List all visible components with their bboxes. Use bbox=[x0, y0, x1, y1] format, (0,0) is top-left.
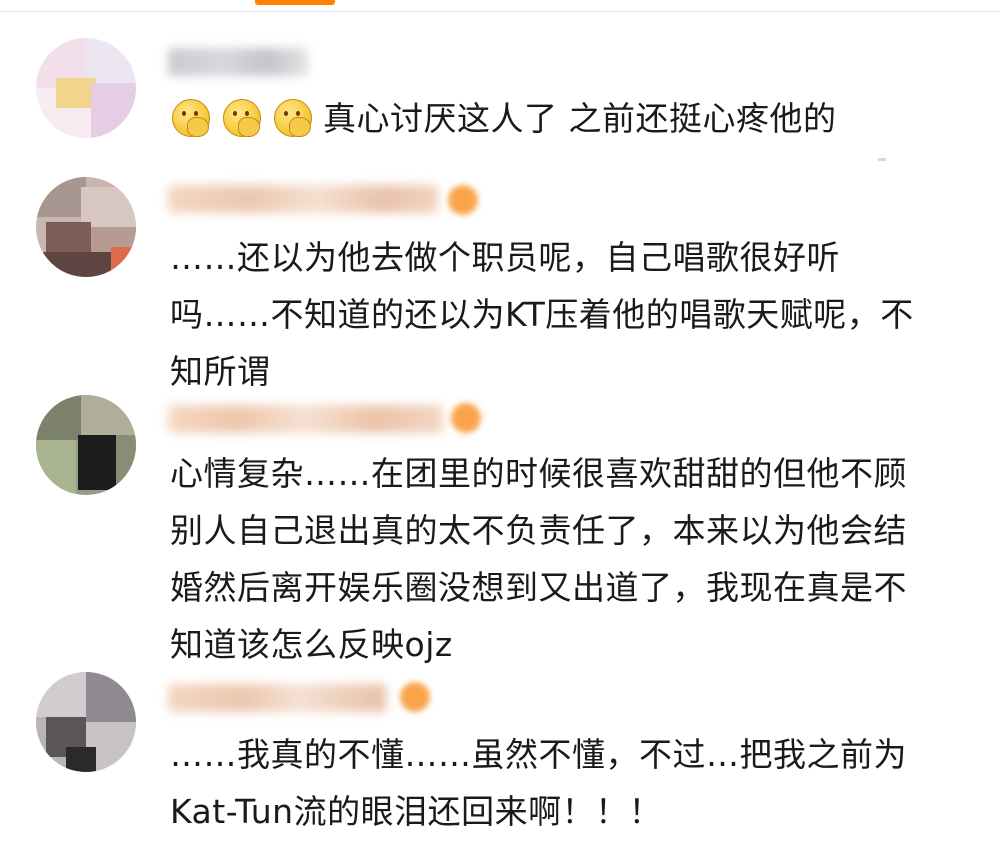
divider-mark bbox=[878, 158, 886, 161]
avatar[interactable] bbox=[36, 672, 136, 772]
comment-line: ……我真的不懂……虽然不懂，不过…把我之前为 bbox=[170, 735, 907, 774]
comment-line: 心情复杂……在团里的时候很喜欢甜甜的但他不顾 bbox=[170, 454, 907, 493]
username-blurred[interactable] bbox=[168, 48, 308, 76]
username-blurred[interactable] bbox=[168, 185, 438, 213]
comment-text: ……我真的不懂……虽然不懂，不过…把我之前为 Kat-Tun流的眼泪还回来啊！！… bbox=[170, 726, 972, 840]
comment-line: 婚然后离开娱乐圈没想到又出道了，我现在真是不 bbox=[170, 568, 907, 607]
avatar[interactable] bbox=[36, 177, 136, 277]
vip-badge-icon bbox=[400, 682, 430, 712]
vip-badge-icon bbox=[451, 403, 481, 433]
comment-line: 吗……不知道的还以为KT压着他的唱歌天赋呢，不 bbox=[170, 295, 914, 334]
comment-line: ……还以为他去做个职员呢，自己唱歌很好听 bbox=[170, 238, 840, 277]
comment-line: 别人自己退出真的太不负责任了，本来以为他会结 bbox=[170, 511, 907, 550]
thinking-face-icon bbox=[170, 97, 210, 137]
thinking-face-icon bbox=[272, 97, 312, 137]
avatar[interactable] bbox=[36, 395, 136, 495]
comment-line: 知所谓 bbox=[170, 352, 271, 391]
top-divider bbox=[0, 11, 1000, 12]
vip-badge-icon bbox=[448, 185, 478, 215]
active-tab-indicator bbox=[255, 0, 335, 5]
avatar[interactable] bbox=[36, 38, 136, 138]
thinking-face-icon bbox=[221, 97, 261, 137]
username-blurred[interactable] bbox=[168, 405, 443, 433]
comment-line: 知道该怎么反映ojz bbox=[170, 625, 453, 664]
comment-line: Kat-Tun流的眼泪还回来啊！！！ bbox=[170, 792, 663, 831]
comment-text: 心情复杂……在团里的时候很喜欢甜甜的但他不顾 别人自己退出真的太不负责任了，本来… bbox=[170, 445, 972, 673]
comment-text: ……还以为他去做个职员呢，自己唱歌很好听 吗……不知道的还以为KT压着他的唱歌天… bbox=[170, 229, 972, 400]
comment-text: 真心讨厌这人了 之前还挺心疼他的 bbox=[170, 90, 972, 147]
comment-line: 真心讨厌这人了 之前还挺心疼他的 bbox=[323, 99, 837, 138]
username-blurred[interactable] bbox=[168, 684, 386, 712]
